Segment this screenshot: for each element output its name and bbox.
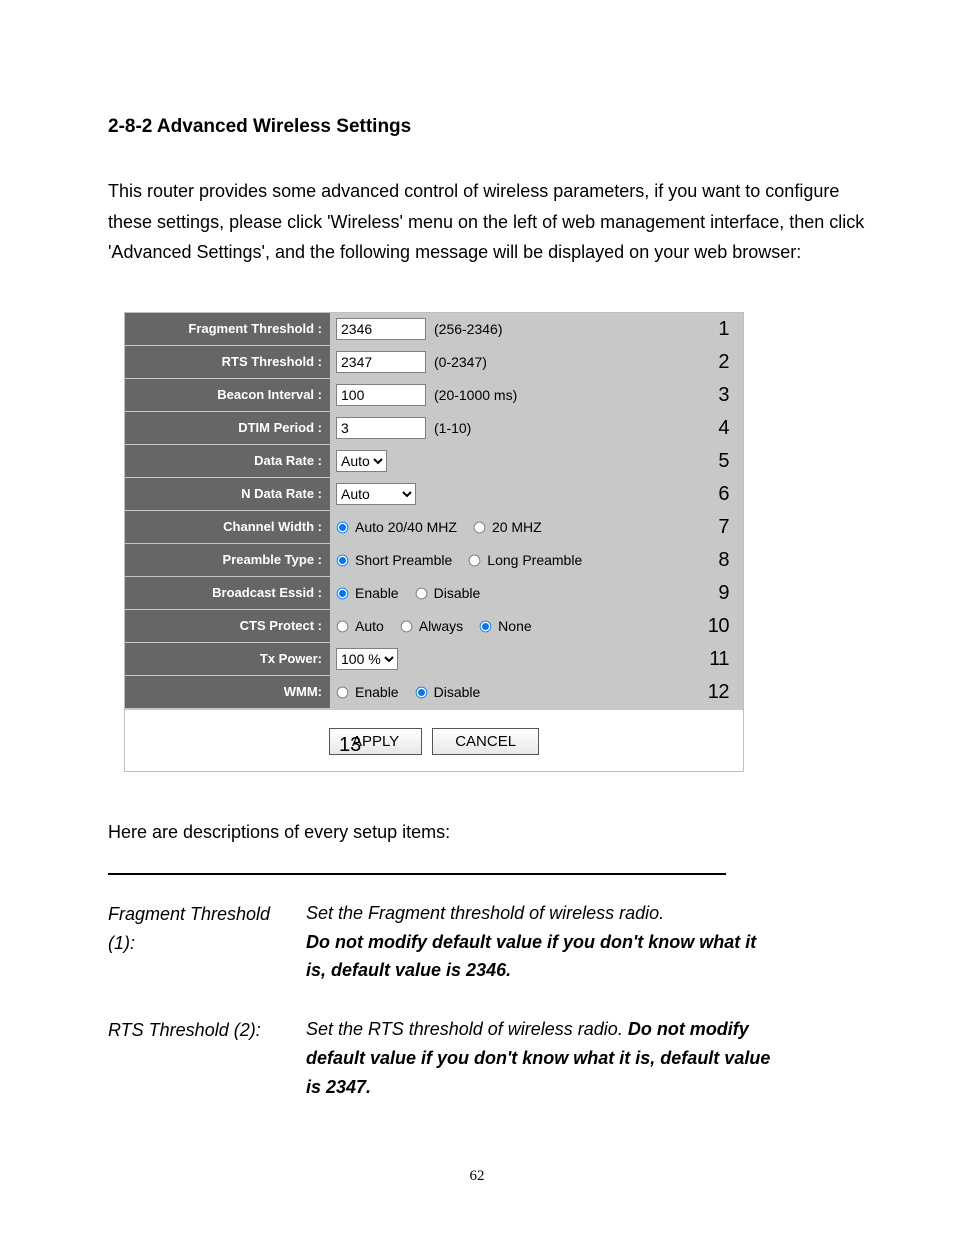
callout-12: 12 [708, 681, 737, 704]
radio-chanwidth-20[interactable]: 20 MHZ [473, 519, 542, 535]
radio-chanwidth-auto[interactable]: Auto 20/40 MHZ [336, 519, 457, 535]
callout-8: 8 [718, 549, 737, 572]
cancel-button[interactable]: CANCEL [432, 728, 539, 755]
radio-wmm-disable[interactable]: Disable [415, 684, 481, 700]
radio-bcast-disable[interactable]: Disable [415, 585, 481, 601]
range-rts: (0-2347) [434, 354, 487, 370]
select-data-rate[interactable]: Auto [336, 450, 387, 472]
input-rts-threshold[interactable] [336, 351, 426, 373]
definition-fragment: Fragment Threshold (1): Set the Fragment… [108, 899, 776, 985]
label-tx-power: Tx Power: [125, 643, 330, 676]
label-preamble-type: Preamble Type : [125, 544, 330, 577]
section-heading: 2-8-2 Advanced Wireless Settings [108, 116, 866, 138]
definition-rts: RTS Threshold (2): Set the RTS threshold… [108, 1015, 776, 1101]
label-data-rate: Data Rate : [125, 445, 330, 478]
label-n-data-rate: N Data Rate : [125, 478, 330, 511]
row-cts-protect: CTS Protect : Auto Always None 10 [125, 610, 743, 643]
def-body-fragment-text: Set the Fragment threshold of wireless r… [306, 903, 664, 923]
label-channel-width: Channel Width : [125, 511, 330, 544]
row-n-data-rate: N Data Rate : Auto 6 [125, 478, 743, 511]
select-tx-power[interactable]: 100 % [336, 648, 398, 670]
row-rts-threshold: RTS Threshold : (0-2347) 2 [125, 346, 743, 379]
row-data-rate: Data Rate : Auto 5 [125, 445, 743, 478]
callout-11: 11 [709, 648, 737, 671]
input-beacon-interval[interactable] [336, 384, 426, 406]
row-tx-power: Tx Power: 100 % 11 [125, 643, 743, 676]
radio-cts-always[interactable]: Always [400, 618, 463, 634]
radio-preamble-short[interactable]: Short Preamble [336, 552, 452, 568]
settings-screenshot: Fragment Threshold : (256-2346) 1 RTS Th… [124, 312, 744, 772]
row-dtim-period: DTIM Period : (1-10) 4 [125, 412, 743, 445]
callout-1: 1 [718, 318, 737, 341]
input-fragment-threshold[interactable] [336, 318, 426, 340]
range-beacon: (20-1000 ms) [434, 387, 517, 403]
label-fragment-threshold: Fragment Threshold : [125, 313, 330, 346]
callout-5: 5 [718, 450, 737, 473]
callout-13: 13 [339, 734, 361, 757]
row-wmm: WMM: Enable Disable 12 [125, 676, 743, 709]
radio-preamble-long[interactable]: Long Preamble [468, 552, 582, 568]
label-cts-protect: CTS Protect : [125, 610, 330, 643]
row-broadcast-essid: Broadcast Essid : Enable Disable 9 [125, 577, 743, 610]
callout-10: 10 [708, 615, 737, 638]
callout-3: 3 [718, 384, 737, 407]
label-broadcast-essid: Broadcast Essid : [125, 577, 330, 610]
row-fragment-threshold: Fragment Threshold : (256-2346) 1 [125, 313, 743, 346]
radio-bcast-enable[interactable]: Enable [336, 585, 399, 601]
label-beacon-interval: Beacon Interval : [125, 379, 330, 412]
label-rts-threshold: RTS Threshold : [125, 346, 330, 379]
page-number: 62 [0, 1168, 954, 1185]
label-dtim-period: DTIM Period : [125, 412, 330, 445]
def-term-rts: RTS Threshold (2): [108, 1015, 288, 1045]
row-beacon-interval: Beacon Interval : (20-1000 ms) 3 [125, 379, 743, 412]
descriptions-intro: Here are descriptions of every setup ite… [108, 822, 866, 843]
radio-wmm-enable[interactable]: Enable [336, 684, 399, 700]
radio-cts-auto[interactable]: Auto [336, 618, 384, 634]
def-body-rts-text: Set the RTS threshold of wireless radio. [306, 1019, 628, 1039]
input-dtim-period[interactable] [336, 417, 426, 439]
divider [108, 873, 726, 875]
def-body-fragment-bold: Do not modify default value if you don't… [306, 932, 756, 981]
range-fragment: (256-2346) [434, 321, 503, 337]
callout-4: 4 [718, 417, 737, 440]
callout-9: 9 [718, 582, 737, 605]
select-n-data-rate[interactable]: Auto [336, 483, 416, 505]
range-dtim: (1-10) [434, 420, 471, 436]
callout-6: 6 [718, 483, 737, 506]
row-preamble-type: Preamble Type : Short Preamble Long Prea… [125, 544, 743, 577]
intro-paragraph: This router provides some advanced contr… [108, 176, 866, 268]
row-channel-width: Channel Width : Auto 20/40 MHZ 20 MHZ 7 [125, 511, 743, 544]
radio-cts-none[interactable]: None [479, 618, 531, 634]
callout-2: 2 [718, 351, 737, 374]
def-term-fragment: Fragment Threshold (1): [108, 899, 288, 958]
callout-7: 7 [718, 516, 737, 539]
label-wmm: WMM: [125, 676, 330, 709]
